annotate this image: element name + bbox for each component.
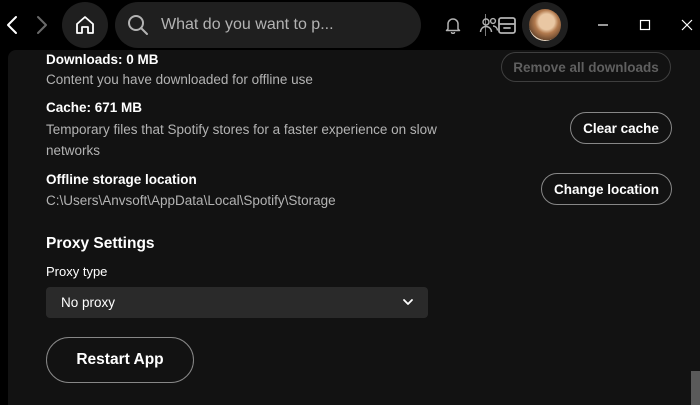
downloads-description: Content you have downloaded for offline … — [46, 72, 313, 87]
friends-icon — [479, 17, 499, 33]
search-bar[interactable] — [115, 2, 516, 48]
back-button[interactable] — [2, 12, 22, 38]
proxy-type-select[interactable]: No proxy — [46, 287, 428, 318]
settings-panel: Downloads: 0 MB Content you have downloa… — [8, 50, 700, 405]
restart-app-button[interactable]: Restart App — [46, 337, 194, 383]
maximize-icon — [639, 19, 651, 31]
close-icon — [681, 19, 693, 31]
bell-icon — [445, 18, 461, 34]
cache-title: Cache: 671 MB — [46, 100, 143, 115]
maximize-button[interactable] — [632, 12, 658, 38]
close-button[interactable] — [674, 12, 700, 38]
offline-storage-path: C:\Users\Anvsoft\AppData\Local\Spotify\S… — [46, 193, 336, 208]
proxy-type-label: Proxy type — [46, 264, 108, 279]
remove-all-downloads-button[interactable]: Remove all downloads — [501, 52, 671, 82]
avatar — [529, 9, 561, 41]
change-location-button[interactable]: Change location — [541, 173, 672, 205]
friend-activity-button[interactable] — [476, 12, 502, 38]
scrollbar-thumb[interactable] — [691, 371, 700, 405]
notifications-button[interactable] — [440, 12, 466, 38]
downloads-title: Downloads: 0 MB — [46, 52, 159, 67]
minimize-button[interactable] — [590, 12, 616, 38]
clear-cache-button[interactable]: Clear cache — [570, 112, 672, 144]
proxy-type-value: No proxy — [61, 295, 116, 310]
proxy-section-title: Proxy Settings — [46, 235, 155, 252]
chevron-down-icon — [403, 299, 413, 305]
forward-button[interactable] — [32, 12, 52, 38]
offline-storage-title: Offline storage location — [46, 172, 197, 187]
home-button[interactable] — [62, 2, 108, 48]
minimize-icon — [598, 24, 608, 26]
profile-button[interactable] — [522, 2, 568, 48]
search-input[interactable] — [161, 11, 361, 39]
cache-description-line1: Temporary files that Spotify stores for … — [46, 122, 437, 137]
title-bar — [0, 0, 700, 50]
cache-description-line2: networks — [46, 143, 101, 158]
forward-icon — [37, 16, 47, 34]
back-icon — [7, 16, 17, 34]
home-icon — [76, 16, 94, 34]
search-icon — [128, 15, 148, 35]
